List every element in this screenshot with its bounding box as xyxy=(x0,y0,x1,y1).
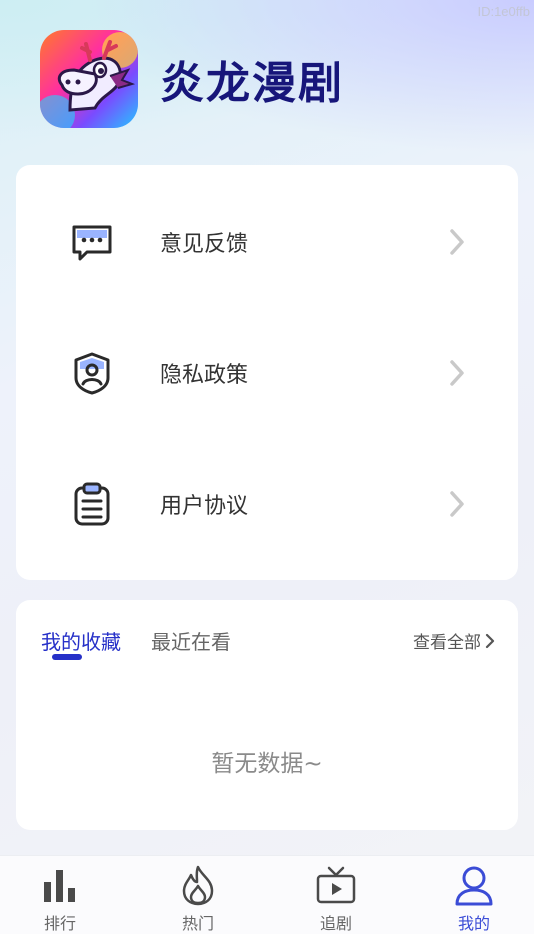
privacy-shield-icon xyxy=(70,351,114,395)
nav-label: 热门 xyxy=(181,914,214,933)
menu-card: 意见反馈 隐私政策 用户协议 xyxy=(16,165,518,580)
menu-item-user-agreement[interactable]: 用户协议 xyxy=(16,444,518,564)
active-tab-indicator xyxy=(52,654,82,660)
nav-item-ranking[interactable]: 排行 xyxy=(10,856,110,934)
chevron-right-icon xyxy=(446,227,468,257)
menu-item-label: 用户协议 xyxy=(160,494,249,519)
view-all-link[interactable]: 查看全部 xyxy=(413,628,496,653)
menu-item-feedback[interactable]: 意见反馈 xyxy=(16,182,518,302)
nav-label: 追剧 xyxy=(319,914,352,933)
clipboard-agreement-icon xyxy=(70,482,114,526)
tv-play-icon xyxy=(316,864,356,906)
chevron-right-icon xyxy=(446,358,468,388)
app-logo-dragon-icon xyxy=(40,30,138,128)
app-header: 炎龙漫剧 xyxy=(40,30,344,128)
empty-state-text: 暂无数据~ xyxy=(211,751,323,777)
app-title: 炎龙漫剧 xyxy=(160,58,344,109)
chevron-right-icon xyxy=(446,489,468,519)
menu-item-privacy[interactable]: 隐私政策 xyxy=(16,313,518,433)
chevron-right-icon xyxy=(485,633,495,648)
flame-icon xyxy=(178,864,218,906)
menu-item-label: 隐私政策 xyxy=(160,363,249,388)
tab-my-favorites[interactable]: 我的收藏 xyxy=(41,626,121,655)
view-all-label: 查看全部 xyxy=(413,633,481,653)
collection-card: 我的收藏 最近在看 查看全部 暂无数据~ xyxy=(16,600,518,830)
nav-item-follow[interactable]: 追剧 xyxy=(286,856,386,934)
bar-chart-icon xyxy=(40,864,80,906)
bottom-navigation: 排行 热门 追剧 我的 xyxy=(0,855,534,934)
menu-item-label: 意见反馈 xyxy=(160,232,249,257)
feedback-message-icon xyxy=(70,220,114,264)
nav-label: 我的 xyxy=(457,914,490,933)
nav-item-hot[interactable]: 热门 xyxy=(148,856,248,934)
id-watermark: ID:1e0ffb xyxy=(477,4,530,19)
user-profile-icon xyxy=(454,864,494,906)
nav-label: 排行 xyxy=(43,914,76,933)
nav-item-mine[interactable]: 我的 xyxy=(424,856,524,934)
tab-recently-watched[interactable]: 最近在看 xyxy=(151,626,231,655)
